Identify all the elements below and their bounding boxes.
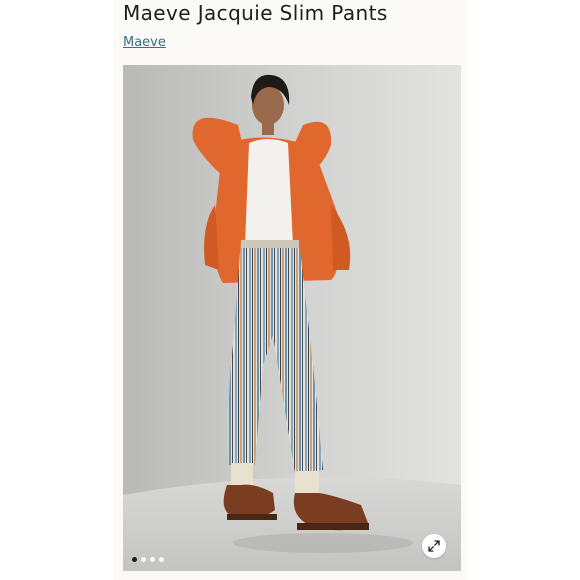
carousel-indicators [132, 557, 164, 562]
zoom-button[interactable] [422, 534, 446, 558]
carousel-dot[interactable] [132, 557, 137, 562]
carousel-dot[interactable] [159, 557, 164, 562]
product-photo-illustration [123, 65, 461, 571]
expand-arrows-icon [428, 540, 440, 552]
brand-link[interactable]: Maeve [123, 35, 166, 50]
carousel-dot[interactable] [141, 557, 146, 562]
product-title: Maeve Jacquie Slim Pants [123, 1, 388, 25]
product-image[interactable] [123, 65, 461, 571]
carousel-dot[interactable] [150, 557, 155, 562]
